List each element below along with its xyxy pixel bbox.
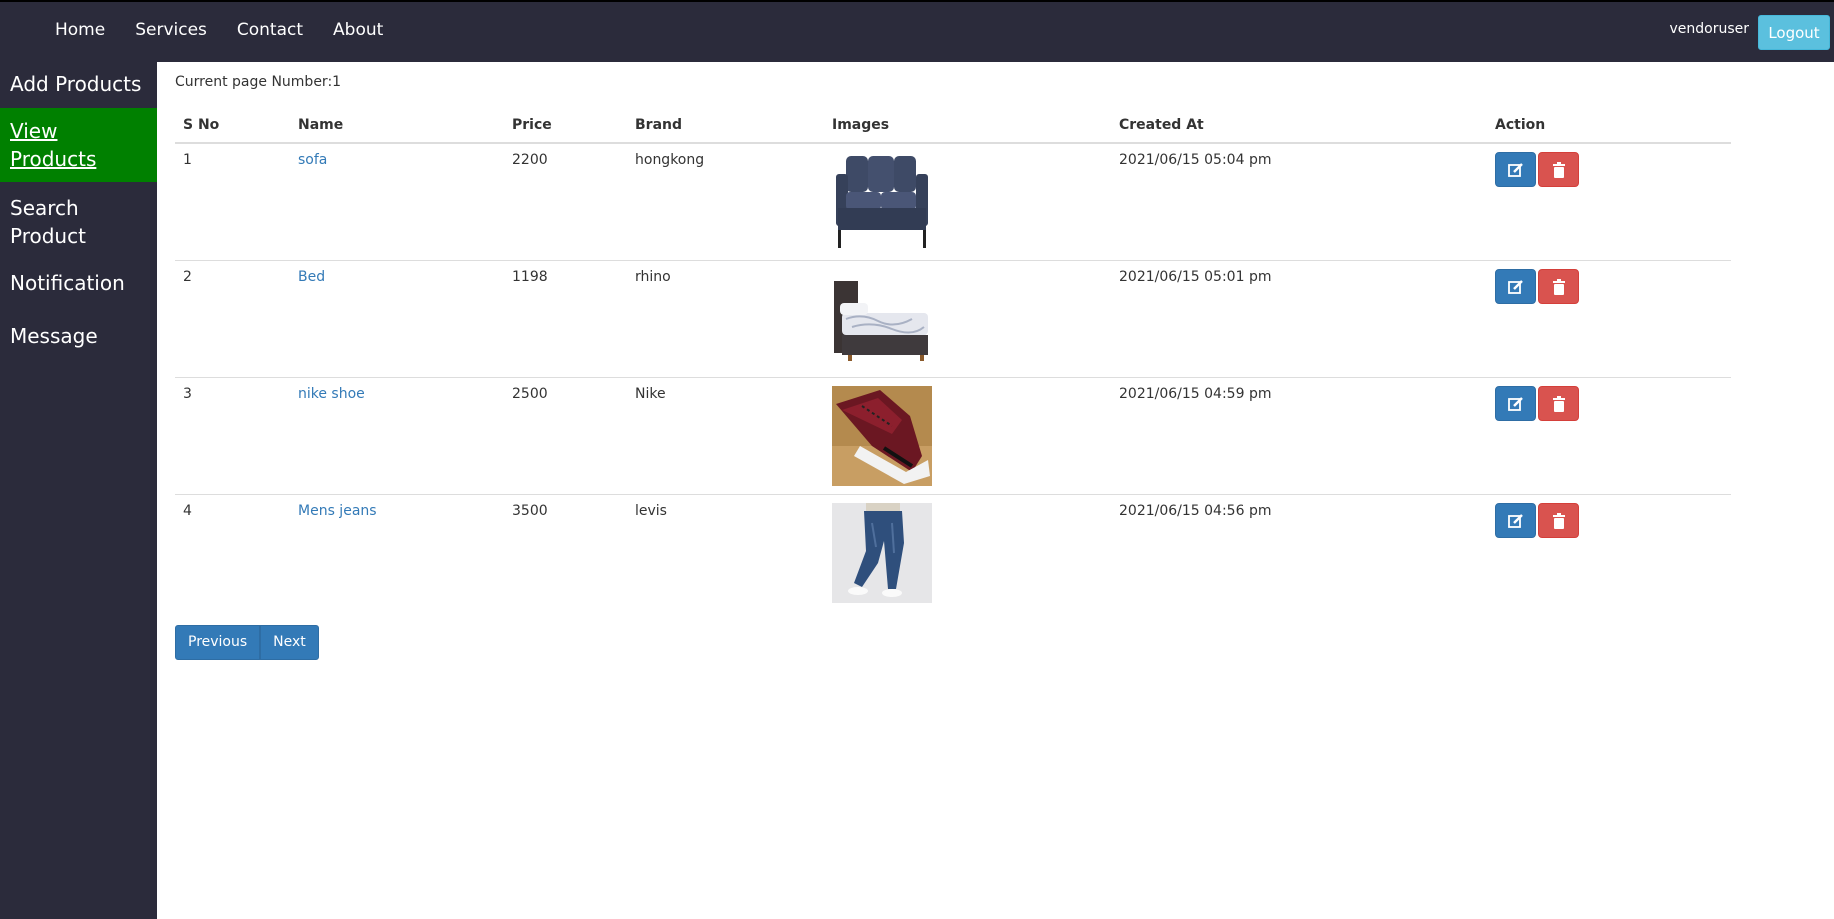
sidebar-item-search-product[interactable]: Search Product — [0, 188, 100, 256]
cell-sno: 1 — [183, 152, 192, 168]
delete-button[interactable] — [1538, 503, 1579, 538]
cell-price: 1198 — [504, 260, 627, 378]
delete-button[interactable] — [1538, 269, 1579, 304]
cell-price: 2500 — [504, 377, 627, 495]
product-name-link[interactable]: Mens jeans — [298, 503, 377, 519]
sidebar: Add Products View Products Search Produc… — [0, 62, 157, 919]
trash-icon — [1552, 396, 1565, 412]
delete-button[interactable] — [1538, 386, 1579, 421]
table-row: 3 nike shoe 2500 Nike 2021/06/15 04:59 p… — [175, 377, 1731, 495]
nav-contact-link[interactable]: Contact — [234, 18, 306, 42]
main-nav: Home Services Contact About — [40, 18, 398, 42]
edit-button[interactable] — [1495, 152, 1536, 187]
sofa-image — [832, 152, 932, 252]
cell-sno: 4 — [175, 494, 290, 612]
nav-about-link[interactable]: About — [330, 18, 386, 42]
current-page-number: Current page Number:1 — [175, 74, 342, 90]
cell-price: 3500 — [504, 494, 627, 612]
delete-button[interactable] — [1538, 152, 1579, 187]
sidebar-item-view-products[interactable]: View Products — [0, 108, 157, 182]
cell-created-at: 2021/06/15 05:01 pm — [1111, 260, 1487, 378]
header-price: Price — [504, 107, 627, 144]
cell-brand: hongkong — [635, 152, 705, 168]
edit-button[interactable] — [1495, 386, 1536, 421]
top-navbar: Home Services Contact About vendoruser L… — [0, 0, 1834, 62]
cell-sno: 3 — [175, 377, 290, 495]
cell-created-at: 2021/06/15 05:04 pm — [1119, 152, 1272, 168]
header-brand: Brand — [627, 107, 824, 144]
header-name: Name — [290, 107, 504, 144]
edit-button[interactable] — [1495, 269, 1536, 304]
edit-icon — [1507, 397, 1523, 411]
cell-brand: levis — [627, 494, 824, 612]
cell-price: 2200 — [512, 152, 548, 168]
nav-services-link[interactable]: Services — [132, 18, 210, 42]
trash-icon — [1552, 279, 1565, 295]
cell-created-at: 2021/06/15 04:59 pm — [1111, 377, 1487, 495]
pagination: Previous Next — [175, 624, 1731, 660]
logout-button[interactable]: Logout — [1758, 15, 1830, 50]
sidebar-item-add-products[interactable]: Add Products — [0, 64, 157, 104]
trash-icon — [1552, 513, 1565, 529]
product-name-link[interactable]: Bed — [298, 269, 325, 285]
products-table: S No Name Price Brand Images Created At … — [175, 107, 1731, 612]
sidebar-item-message[interactable]: Message — [0, 316, 157, 356]
product-name-link[interactable]: nike shoe — [298, 386, 365, 402]
edit-button[interactable] — [1495, 503, 1536, 538]
sidebar-item-notification[interactable]: Notification — [0, 263, 157, 303]
bed-image — [832, 269, 932, 369]
cell-brand: rhino — [627, 260, 824, 378]
main-content: Current page Number:1 S No Name Price Br… — [175, 62, 1731, 660]
nav-home-link[interactable]: Home — [52, 18, 108, 42]
previous-button[interactable]: Previous — [175, 624, 261, 660]
username-label: vendoruser — [1669, 21, 1749, 37]
table-header-row: S No Name Price Brand Images Created At … — [175, 107, 1731, 144]
next-button[interactable]: Next — [260, 624, 319, 660]
cell-brand: Nike — [627, 377, 824, 495]
header-images: Images — [824, 107, 1111, 144]
jeans-image — [832, 503, 932, 603]
table-row: 2 Bed 1198 rhino 2021/06/15 05:01 pm — [175, 260, 1731, 378]
cell-sno: 2 — [175, 260, 290, 378]
header-action: Action — [1487, 107, 1731, 144]
shoe-image — [832, 386, 932, 486]
edit-icon — [1507, 163, 1523, 177]
edit-icon — [1507, 514, 1523, 528]
edit-icon — [1507, 280, 1523, 294]
trash-icon — [1552, 162, 1565, 178]
product-name-link[interactable]: sofa — [298, 152, 327, 168]
table-row: 1 sofa 2200 hongkong 2021/06/15 05:04 pm — [175, 143, 1731, 261]
table-row: 4 Mens jeans 3500 levis 2021/06/15 04:56… — [175, 494, 1731, 612]
header-created-at: Created At — [1111, 107, 1487, 144]
header-sno: S No — [175, 107, 290, 144]
cell-created-at: 2021/06/15 04:56 pm — [1111, 494, 1487, 612]
